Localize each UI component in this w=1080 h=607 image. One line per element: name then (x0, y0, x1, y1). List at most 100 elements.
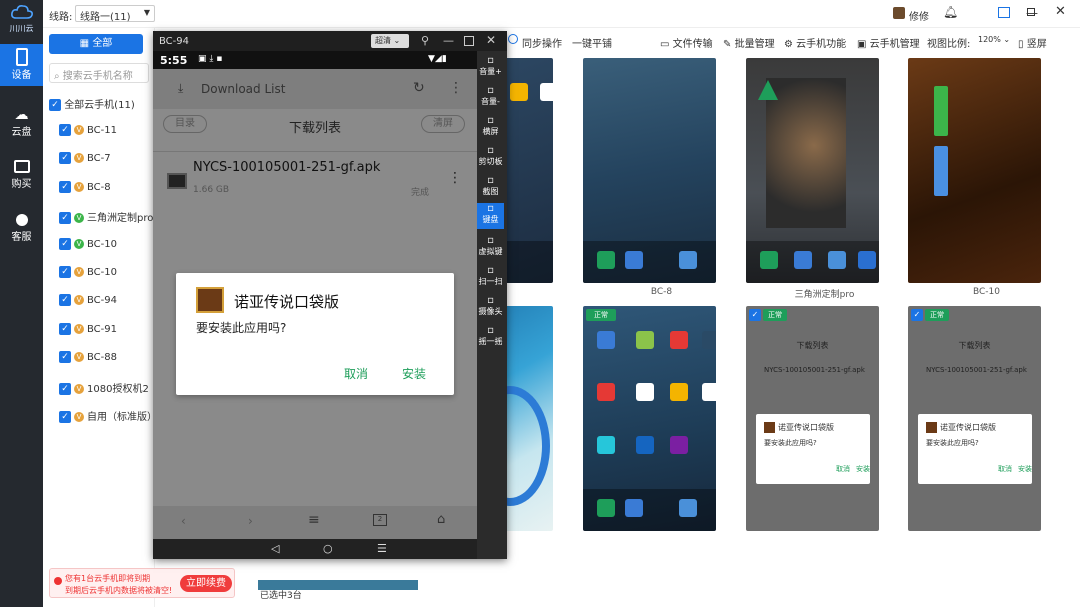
control-button-1[interactable]: ▫ 音量- (477, 85, 504, 107)
menu-icon[interactable]: ≡ (308, 512, 320, 528)
mini-install[interactable]: 安装 (856, 464, 870, 474)
cancel-button[interactable]: 取消 (344, 365, 368, 382)
sync-label[interactable]: 同步操作 (522, 35, 562, 50)
nav-recent-icon[interactable]: ☰ (377, 542, 387, 555)
checkbox-checked-icon[interactable]: ✓ (749, 309, 761, 321)
checkbox-checked-icon[interactable]: ✓ (59, 212, 71, 225)
phone-tile-install-2[interactable]: ✓ 正常 下载列表 NYCS-100105001-251-gf.apk 诺亚传说… (908, 306, 1041, 531)
device-list-item[interactable]: ✓ V BC-91 (59, 322, 117, 335)
quality-select[interactable]: 超清 ⌄ (371, 34, 409, 48)
nav-back-icon[interactable]: ◁ (271, 542, 279, 555)
phone-tile-bc-8[interactable] (583, 58, 716, 283)
mini-install[interactable]: 安装 (1018, 464, 1032, 474)
install-button[interactable]: 安装 (402, 365, 426, 382)
mini-cancel[interactable]: 取消 (836, 464, 850, 474)
nav-buy[interactable]: 购买 (0, 160, 43, 190)
checkbox-checked-icon[interactable]: ✓ (49, 99, 61, 111)
view-ratio-select[interactable]: 120% ⌄ (978, 35, 1010, 44)
renew-button[interactable]: 立即续费 (180, 575, 232, 592)
control-button-9[interactable]: ▫ 摇一摇 (477, 325, 504, 347)
device-list-item[interactable]: ✓ V BC-7 (59, 152, 111, 165)
home-icon[interactable]: ⌂ (437, 512, 445, 527)
control-button-8[interactable]: ▫ 摄像头 (477, 295, 504, 317)
mini-cancel[interactable]: 取消 (998, 464, 1012, 474)
tabs-icon[interactable]: 2 (373, 514, 387, 526)
search-input[interactable]: ⌕ 搜索云手机名称 (49, 63, 149, 83)
username[interactable]: 修修 (909, 8, 929, 23)
control-button-5[interactable]: ▫ 键盘 (477, 203, 504, 229)
maximize-icon[interactable] (464, 36, 474, 46)
checkbox-checked-icon[interactable]: ✓ (59, 382, 71, 395)
file-transfer-button[interactable]: ▭ 文件传输 (660, 35, 713, 50)
chevron-down-icon: ▼ (143, 8, 150, 17)
device-name: BC-11 (87, 125, 117, 136)
forward-arrow-icon[interactable]: › (248, 514, 253, 528)
device-name: BC-94 (87, 295, 117, 307)
minimize-icon[interactable]: — (443, 34, 454, 47)
select-all-row[interactable]: ✓ 全部云手机(11) (49, 96, 135, 111)
dock (583, 241, 716, 283)
file-name[interactable]: NYCS-100105001-251-gf.apk (193, 160, 380, 175)
nav-devices-label: 设备 (11, 70, 32, 81)
sync-toggle[interactable] (508, 34, 518, 44)
portrait-button[interactable]: ▯ 竖屏 (1018, 35, 1047, 50)
green-button (934, 86, 948, 136)
maximize-icon[interactable] (1027, 8, 1035, 16)
checkbox-checked-icon[interactable]: ✓ (59, 411, 71, 423)
nav-devices[interactable]: 设备 (0, 44, 43, 86)
phone-tile-install-1[interactable]: ✓ 正常 下载列表 NYCS-100105001-251-gf.apk 诺亚传说… (746, 306, 879, 531)
close-icon[interactable]: ✕ (486, 33, 496, 47)
back-arrow-icon[interactable]: ‹ (181, 514, 186, 528)
phone-tile-bc-10[interactable] (908, 58, 1041, 283)
clear-tab[interactable]: 清屏 (421, 115, 465, 133)
refresh-icon[interactable]: ↻ (413, 80, 425, 96)
phone-tile-sanjiaozhou[interactable] (746, 58, 879, 283)
device-list-item[interactable]: ✓ V BC-11 (59, 124, 117, 136)
device-list-item[interactable]: ✓ V BC-10 (59, 237, 117, 250)
batch-button[interactable]: ✎ 批量管理 (723, 35, 775, 50)
checkbox-checked-icon[interactable]: ✓ (59, 266, 71, 278)
all-button[interactable]: ▦ 全部 (49, 34, 143, 54)
cloud-manage-button[interactable]: ▣ 云手机管理 (857, 35, 920, 50)
device-name: BC-91 (87, 323, 117, 335)
checkbox-checked-icon[interactable]: ✓ (59, 237, 71, 250)
bell-icon[interactable]: 🔔︎ (943, 5, 958, 19)
checkbox-checked-icon[interactable]: ✓ (59, 351, 71, 364)
tile-button[interactable]: 一键平铺 (572, 35, 612, 50)
checkbox-checked-icon[interactable]: ✓ (59, 322, 71, 335)
device-list-item[interactable]: ✓ V 1080授权机2 (59, 380, 149, 395)
phone-tile-home[interactable]: 正常 (583, 306, 716, 531)
device-list-item[interactable]: ✓ V BC-88 (59, 351, 117, 364)
android-screen[interactable]: 5:55 ▣ ⤓ ▪ ▼◢▮ ⤓ Download List ↻ ⋮ 目录 下载… (153, 51, 477, 539)
checkbox-checked-icon[interactable]: ✓ (911, 309, 923, 321)
cloud-func-button[interactable]: ⚙ 云手机功能 (784, 35, 846, 50)
more-icon[interactable]: ⋮ (449, 80, 463, 96)
nav-service[interactable]: 客服 (0, 214, 43, 243)
status-bar: 5:55 ▣ ⤓ ▪ ▼◢▮ (153, 51, 477, 69)
checkbox-checked-icon[interactable]: ✓ (59, 180, 71, 193)
control-button-6[interactable]: ▫ 虚拟键 (477, 235, 504, 257)
control-button-0[interactable]: ▫ 音量+ (477, 55, 504, 77)
device-list-item[interactable]: ✓ V BC-94 (59, 294, 117, 307)
control-button-3[interactable]: ▫ 剪切板 (477, 145, 504, 167)
control-button-4[interactable]: ▫ 截图 (477, 175, 504, 197)
avatar[interactable] (893, 7, 905, 19)
checkbox-checked-icon[interactable]: ✓ (59, 124, 71, 136)
nav-cloud-disk[interactable]: ☁ 云盘 (0, 107, 43, 138)
checkbox-checked-icon[interactable]: ✓ (59, 152, 71, 165)
close-icon[interactable]: ✕ (1055, 4, 1066, 19)
device-list-item[interactable]: ✓ V 三角洲定制pro (59, 209, 153, 225)
control-button-2[interactable]: ▫ 横屏 (477, 115, 504, 137)
file-more-icon[interactable]: ⋮ (448, 170, 462, 186)
app-icon (670, 436, 688, 454)
screen-icon[interactable] (998, 7, 1010, 18)
device-list-item[interactable]: ✓ V 自用（标准版） (59, 408, 157, 423)
control-button-7[interactable]: ▫ 扫一扫 (477, 265, 504, 287)
route-select[interactable]: 线路一(11) ▼ (75, 5, 155, 23)
device-list-item[interactable]: ✓ V BC-8 (59, 180, 111, 193)
nav-home-icon[interactable]: ○ (323, 542, 333, 555)
app-icon (670, 331, 688, 349)
checkbox-checked-icon[interactable]: ✓ (59, 294, 71, 307)
device-list-item[interactable]: ✓ V BC-10 (59, 266, 117, 278)
pin-icon[interactable]: ⚲ (421, 34, 429, 47)
